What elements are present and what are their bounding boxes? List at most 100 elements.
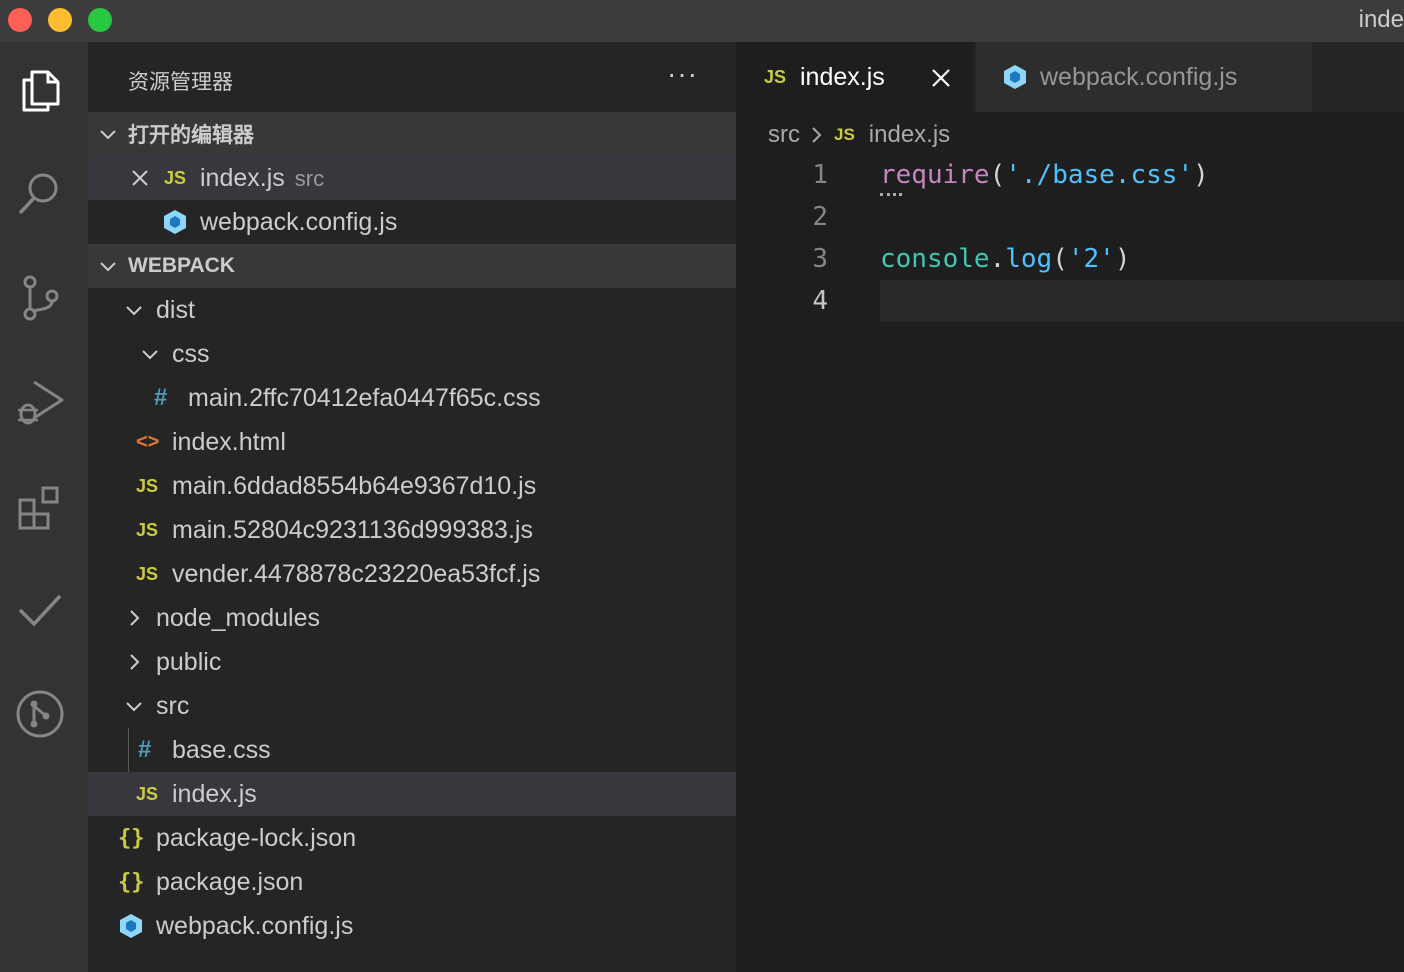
explorer-sidebar: 资源管理器 ··· 打开的编辑器 JS index.js src webpack…: [88, 42, 736, 972]
js-file-icon: JS: [136, 783, 159, 804]
css-file-icon: #: [138, 736, 152, 763]
search-icon: [19, 173, 58, 214]
tree-file[interactable]: JS main.6ddad8554b64e9367d10.js: [88, 464, 736, 508]
open-editors-section[interactable]: 打开的编辑器: [88, 112, 736, 156]
tree-file[interactable]: {} package-lock.json: [88, 816, 736, 860]
section-label: 打开的编辑器: [128, 124, 254, 147]
debug-icon: [18, 380, 64, 425]
breadcrumb-folder[interactable]: src: [768, 121, 800, 149]
js-file-icon: JS: [764, 66, 787, 87]
tree-label: index.js: [172, 779, 257, 808]
files-icon: [22, 70, 60, 112]
tree-label: node_modules: [156, 603, 321, 632]
tree-file[interactable]: <> index.html: [88, 420, 736, 464]
code-token: (: [989, 160, 1006, 190]
tab-label: index.js: [800, 62, 885, 91]
code-token: ': [1099, 244, 1115, 274]
tree-label: vender.4478878c23220ea53fcf.js: [172, 559, 541, 588]
tree-file[interactable]: {} package.json: [88, 860, 736, 904]
css-file-icon: #: [154, 384, 168, 411]
code-line: 2: [736, 196, 1404, 238]
tree-file[interactable]: JS vender.4478878c23220ea53fcf.js: [88, 552, 736, 596]
tree-file[interactable]: webpack.config.js: [88, 904, 736, 948]
js-file-icon: JS: [136, 563, 159, 584]
more-actions-button[interactable]: ···: [667, 58, 698, 90]
chevron-down-icon: [140, 344, 160, 364]
search-button[interactable]: [12, 166, 68, 222]
line-number: 2: [812, 202, 828, 232]
close-icon[interactable]: [930, 67, 952, 89]
tree-folder-node-modules[interactable]: node_modules: [88, 596, 736, 640]
explorer-button[interactable]: [12, 62, 68, 118]
code-token: ): [1114, 244, 1131, 274]
close-icon[interactable]: [130, 168, 150, 188]
code-line-current: 4: [736, 280, 1404, 322]
js-file-icon: JS: [164, 167, 187, 188]
json-file-icon: {}: [118, 869, 145, 895]
js-file-icon: JS: [136, 519, 159, 540]
tree-label: dist: [156, 295, 195, 324]
code-token: ): [1193, 160, 1209, 190]
tree-label: public: [156, 647, 222, 676]
tree-folder-css[interactable]: css: [88, 332, 736, 376]
file-label: index.js: [200, 163, 285, 192]
tree-label: base.css: [172, 735, 271, 764]
tree-file[interactable]: # base.css: [88, 728, 736, 772]
tree-label: src: [156, 691, 190, 720]
source-control-icon: [23, 275, 59, 321]
file-description: src: [294, 165, 325, 191]
html-file-icon: <>: [136, 430, 160, 453]
tree-folder-dist[interactable]: dist: [88, 288, 736, 332]
chevron-down-icon: [98, 256, 118, 276]
tab-label: webpack.config.js: [1040, 62, 1238, 91]
git-graph-button[interactable]: [12, 686, 68, 742]
run-debug-button[interactable]: [12, 374, 68, 430]
source-control-button[interactable]: [12, 270, 68, 326]
git-graph-icon: [16, 690, 64, 738]
tab-webpack-config[interactable]: webpack.config.js: [976, 42, 1312, 112]
breadcrumb-file[interactable]: index.js: [869, 121, 950, 149]
tree-label: css: [172, 339, 210, 368]
code-token: log: [1005, 244, 1053, 274]
window-maximize-button[interactable]: [88, 8, 112, 32]
chevron-right-icon: [124, 652, 144, 672]
tree-folder-src[interactable]: src: [88, 684, 736, 728]
open-editor-item[interactable]: JS index.js src: [88, 156, 736, 200]
window-minimize-button[interactable]: [48, 8, 72, 32]
editor-area: JS index.js webpack.config.js src JS ind…: [736, 42, 1404, 972]
code-token: require: [880, 160, 990, 190]
explorer-header: 资源管理器 ···: [88, 42, 736, 112]
file-label: webpack.config.js: [200, 207, 398, 236]
current-line-highlight: [880, 280, 1404, 322]
tree-label: main.6ddad8554b64e9367d10.js: [172, 471, 537, 500]
tree-file[interactable]: JS main.52804c9231136d999383.js: [88, 508, 736, 552]
check-button[interactable]: [12, 582, 68, 638]
code-token: ': [1177, 160, 1194, 190]
code-line: 1 require('./base.css'): [736, 154, 1404, 196]
code-token: ': [1067, 244, 1084, 274]
tree-file-selected[interactable]: JS index.js: [88, 772, 736, 816]
extensions-button[interactable]: [12, 478, 68, 534]
code-token: 2: [1083, 244, 1100, 274]
section-label: WEBPACK: [128, 254, 235, 277]
explorer-title: 资源管理器: [128, 71, 233, 94]
tab-index-js[interactable]: JS index.js: [736, 42, 974, 112]
js-file-icon: JS: [834, 125, 855, 144]
tree-label: package.json: [156, 867, 304, 896]
line-number: 3: [812, 244, 828, 274]
webpack-icon: [1004, 65, 1026, 89]
project-section[interactable]: WEBPACK: [88, 244, 736, 288]
line-number: 4: [812, 286, 828, 316]
open-editor-item[interactable]: webpack.config.js: [88, 200, 736, 244]
code-token: console: [880, 244, 990, 274]
code-token: ': [1005, 160, 1021, 190]
json-file-icon: {}: [118, 825, 145, 851]
tree-label: main.2ffc70412efa0447f65c.css: [188, 383, 541, 412]
tree-file[interactable]: # main.2ffc70412efa0447f65c.css: [88, 376, 736, 420]
window-title: inde: [1358, 6, 1404, 33]
tree-folder-public[interactable]: public: [88, 640, 736, 684]
tree-label: main.52804c9231136d999383.js: [172, 515, 533, 544]
window-close-button[interactable]: [8, 8, 32, 32]
code-token: ./base.css: [1020, 160, 1178, 190]
js-file-icon: JS: [136, 475, 159, 496]
